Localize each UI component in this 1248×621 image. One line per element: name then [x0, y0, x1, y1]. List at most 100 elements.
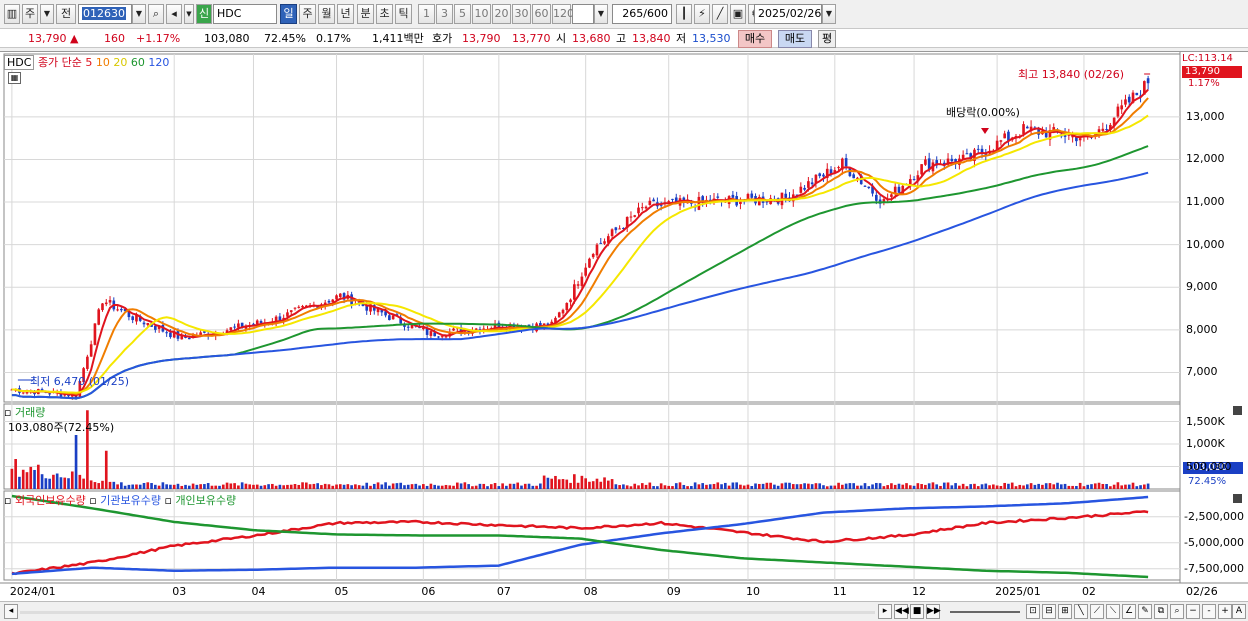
indicator-icon[interactable]: ⚡: [694, 4, 710, 24]
period-button-week[interactable]: 주: [299, 4, 316, 24]
price-panel-stock-name[interactable]: HDC: [4, 55, 35, 70]
pen-tool-icon[interactable]: ✎: [1138, 604, 1152, 619]
code-dropdown-icon[interactable]: ▼: [132, 4, 146, 24]
ma-120-label: 120: [148, 56, 170, 69]
period-button-minute[interactable]: 분: [357, 4, 374, 24]
search-icon[interactable]: ⌕: [148, 4, 164, 24]
candle-body: [822, 174, 825, 177]
scrollbar-track[interactable]: [20, 611, 875, 614]
line-tool-icon[interactable]: ╲: [1074, 604, 1088, 619]
volume-bar: [1082, 486, 1086, 489]
volume-panel-close-icon[interactable]: [1233, 406, 1242, 415]
layout-icon[interactable]: ⊞: [1058, 604, 1072, 619]
candle-body: [882, 199, 886, 202]
custom-period-dropdown-icon[interactable]: ▼: [594, 4, 608, 24]
minute-button-20[interactable]: 20: [492, 4, 511, 24]
minute-button-30[interactable]: 30: [512, 4, 531, 24]
chart-area[interactable]: HDC 종가 단순 5 10 20 60 120 ▦ 최고 13,840 (02…: [0, 51, 1248, 601]
candle-body: [875, 194, 878, 201]
x-axis-last-date: 02/26: [1186, 585, 1218, 598]
low-price: 13,530: [692, 32, 731, 45]
angle-tool-icon[interactable]: ∠: [1122, 604, 1136, 619]
sell-button[interactable]: 매도: [778, 30, 812, 48]
volume-bar: [206, 483, 210, 489]
speaker-dropdown-icon[interactable]: ▼: [184, 4, 194, 24]
stock-code-input[interactable]: 012630: [78, 4, 132, 24]
date-field[interactable]: 2025/02/26: [754, 4, 822, 24]
volume-bar: [633, 483, 637, 489]
last-page-icon[interactable]: ▶▶: [926, 604, 941, 619]
period-type-dropdown-icon[interactable]: ▼: [40, 4, 54, 24]
trend-tool-icon[interactable]: ⟋: [1090, 604, 1104, 619]
period-type-select[interactable]: 주: [22, 4, 38, 24]
holding-panel-close-icon[interactable]: [1233, 494, 1242, 503]
volume-bar: [282, 485, 285, 489]
candle-body: [591, 254, 595, 258]
zoom-search-icon[interactable]: ⌕: [1170, 604, 1184, 619]
minute-button-1[interactable]: 1: [418, 4, 435, 24]
volume-bar: [901, 484, 905, 489]
chart-svg[interactable]: [0, 52, 1248, 602]
volume-bar: [886, 485, 889, 489]
auto-scale-icon[interactable]: A: [1232, 604, 1246, 619]
minute-button-10[interactable]: 10: [472, 4, 491, 24]
zoom-out-small-icon[interactable]: -: [1202, 604, 1216, 619]
evaluate-button[interactable]: 평: [818, 30, 836, 48]
volume-bar: [474, 485, 478, 489]
grid-table-icon[interactable]: ▦: [8, 72, 21, 84]
volume-bar: [1014, 486, 1018, 489]
minute-button-60[interactable]: 60: [532, 4, 551, 24]
period-button-tick[interactable]: 틱: [395, 4, 412, 24]
minute-button-3[interactable]: 3: [436, 4, 453, 24]
volume-bar: [459, 483, 463, 489]
volume-bar: [369, 485, 372, 489]
date-dropdown-icon[interactable]: ▼: [822, 4, 836, 24]
prev-button[interactable]: 전: [56, 4, 76, 24]
chart-window-icon[interactable]: ▥: [4, 4, 20, 24]
volume-pct-tag: 72.45%: [1188, 476, 1227, 487]
drawing-tool-icon[interactable]: ╱: [712, 4, 728, 24]
copy-icon[interactable]: ⧉: [1154, 604, 1168, 619]
scroll-right-icon[interactable]: ▸: [878, 604, 892, 619]
period-button-second[interactable]: 초: [376, 4, 393, 24]
volume-bar: [221, 484, 225, 489]
zoom-in-icon[interactable]: +: [1218, 604, 1232, 619]
first-page-icon[interactable]: ◀◀: [894, 604, 909, 619]
scroll-left-icon[interactable]: ◂: [4, 604, 18, 619]
volume-bar: [939, 485, 942, 489]
volume-bar: [992, 484, 995, 489]
volume-bar: [444, 484, 448, 489]
volume-bar: [1090, 484, 1093, 489]
display-count-field[interactable]: 265/600: [612, 4, 672, 24]
save-icon[interactable]: ▣: [730, 4, 746, 24]
overlay-icon[interactable]: ⊟: [1042, 604, 1056, 619]
volume-bar: [195, 484, 199, 489]
zoom-out-icon[interactable]: −: [1186, 604, 1200, 619]
volume-bar: [403, 485, 406, 489]
volume-bar: [557, 479, 561, 489]
period-button-day[interactable]: 일: [280, 4, 297, 24]
x-axis-label: 06: [421, 585, 436, 598]
buy-button[interactable]: 매수: [738, 30, 772, 48]
candle-type-icon[interactable]: ┃: [676, 4, 692, 24]
period-button-month[interactable]: 월: [318, 4, 335, 24]
fib-tool-icon[interactable]: ⟍: [1106, 604, 1120, 619]
zoom-slider[interactable]: [950, 611, 1020, 613]
volume-bar: [716, 482, 720, 489]
volume-bar: [108, 481, 112, 489]
period-button-year[interactable]: 년: [337, 4, 354, 24]
candle-body: [255, 320, 259, 325]
volume-bar: [278, 484, 282, 489]
minute-button-120[interactable]: 120: [552, 4, 574, 24]
volume-bar: [935, 484, 939, 489]
volume-bar: [237, 485, 240, 489]
volume-bar: [455, 482, 459, 489]
minute-button-5[interactable]: 5: [454, 4, 471, 24]
custom-period-input[interactable]: [572, 4, 594, 24]
volume-bar: [1112, 484, 1116, 489]
speaker-icon[interactable]: ◂: [166, 4, 182, 24]
compare-icon[interactable]: ⊡: [1026, 604, 1040, 619]
stop-icon[interactable]: ■: [910, 604, 924, 619]
stock-name-field[interactable]: HDC: [213, 4, 277, 24]
volume-bar: [48, 478, 51, 489]
